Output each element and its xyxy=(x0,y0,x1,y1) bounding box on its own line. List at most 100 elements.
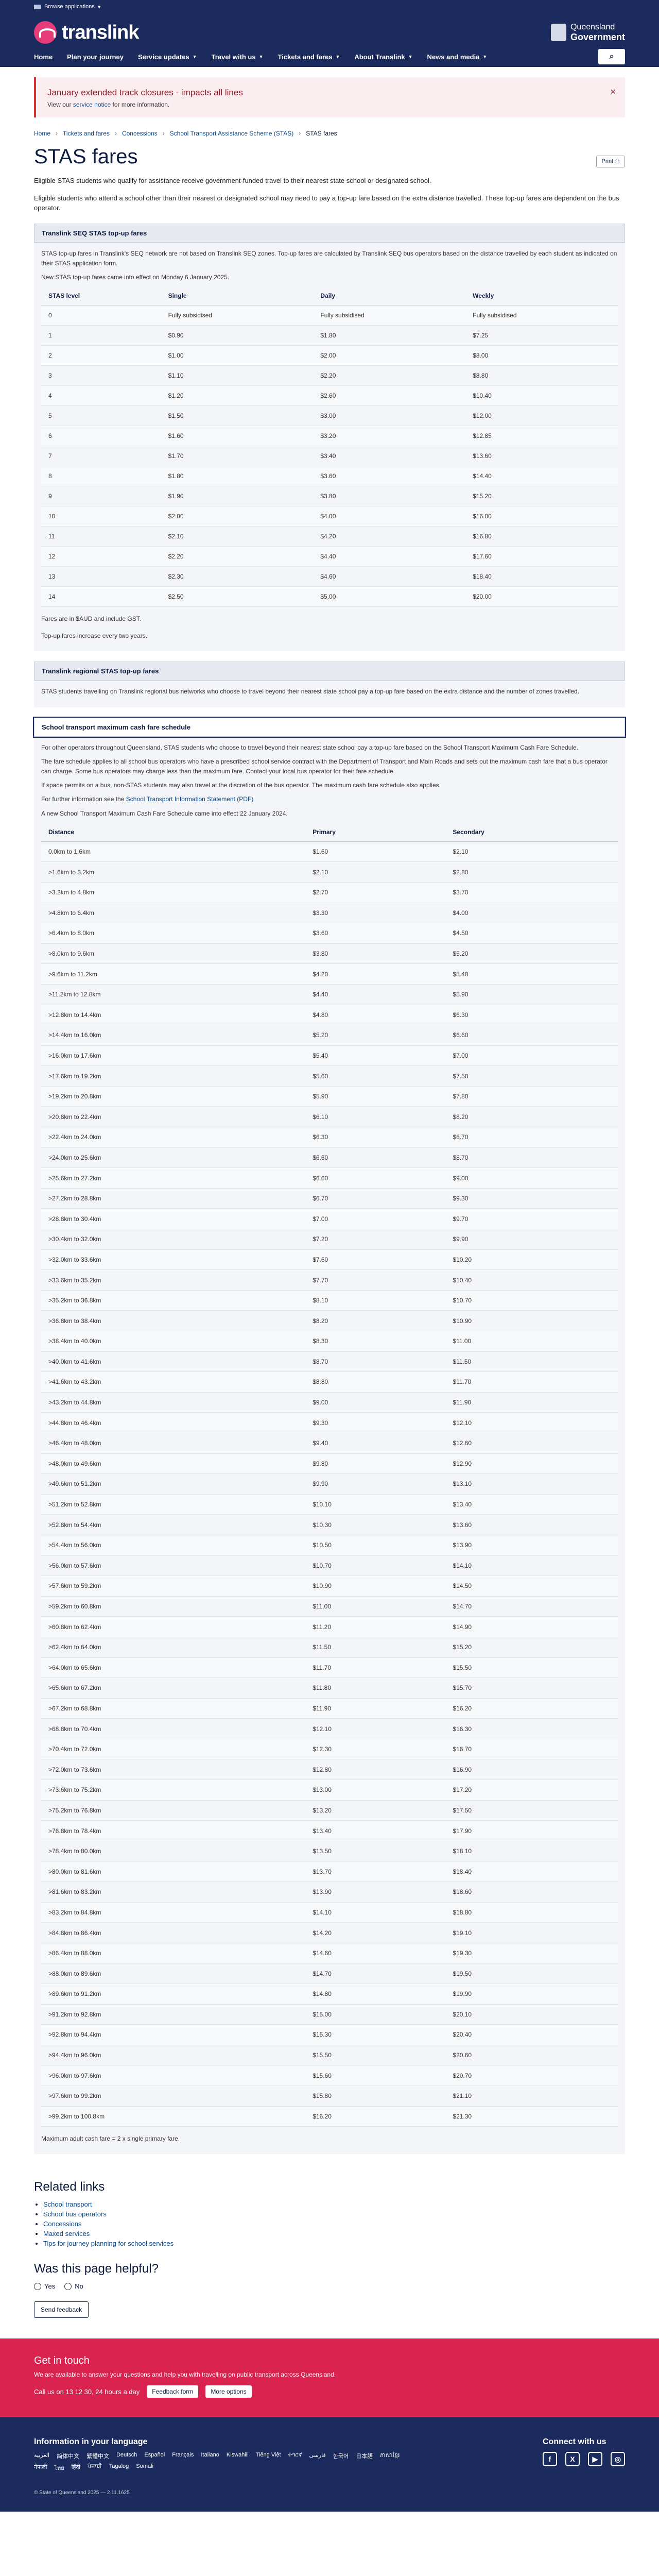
related-link[interactable]: School bus operators xyxy=(43,2210,107,2218)
language-list: العربية 简体中文 繁體中文 Deutsch Español Français Ita… xyxy=(34,2452,405,2472)
alert-link[interactable]: service notice xyxy=(73,101,111,108)
related-link[interactable]: Maxed services xyxy=(43,2230,90,2238)
language-link[interactable]: 繁體中文 xyxy=(86,2452,109,2460)
table-cell: $14.70 xyxy=(305,1963,446,1984)
no-option[interactable]: No xyxy=(64,2282,83,2290)
table-cell: $13.60 xyxy=(445,1514,618,1535)
close-icon[interactable]: × xyxy=(610,87,616,97)
language-link[interactable]: 日本語 xyxy=(356,2452,373,2460)
language-link[interactable]: ไทย xyxy=(55,2463,64,2472)
school-fare-paragraph: A new School Transport Maximum Cash Fare… xyxy=(41,809,288,817)
radio-no[interactable] xyxy=(64,2282,72,2290)
table-cell: $0.90 xyxy=(161,325,314,346)
language-link[interactable]: Kiswahili xyxy=(227,2452,249,2460)
nav-home[interactable]: Home xyxy=(34,53,60,61)
table-cell: 1 xyxy=(41,325,161,346)
nav-about[interactable]: About Translink ▼ xyxy=(347,53,420,61)
youtube-icon[interactable]: ▶ xyxy=(588,2452,602,2467)
nav-travel-with-us[interactable]: Travel with us ▼ xyxy=(204,53,271,61)
language-link[interactable]: فارسی xyxy=(309,2452,325,2460)
language-link[interactable]: 简体中文 xyxy=(57,2452,79,2460)
language-link[interactable]: Tiếng Việt xyxy=(256,2452,281,2460)
intro: Eligible STAS students who qualify for a… xyxy=(34,176,625,213)
language-link[interactable]: Français xyxy=(172,2452,194,2460)
nav-tickets-fares[interactable]: Tickets and fares ▼ xyxy=(270,53,347,61)
table-row: >12.8km to 14.4km $4.80 $6.30 xyxy=(41,1005,618,1026)
gov-bar[interactable]: Browse applications ▾ xyxy=(0,0,659,13)
table-row: >16.0km to 17.6km $5.40 $7.00 xyxy=(41,1045,618,1066)
table-cell: 0 xyxy=(41,305,161,326)
table-row: >83.2km to 84.8km $14.10 $18.80 xyxy=(41,1902,618,1923)
language-link[interactable]: हिंदी xyxy=(72,2463,80,2472)
table-cell: $16.30 xyxy=(445,1718,618,1739)
table-cell: $9.90 xyxy=(445,1229,618,1250)
info-statement-link[interactable]: School Transport Information Statement (… xyxy=(126,795,253,803)
print-button[interactable]: Print ⎙ xyxy=(596,156,625,167)
translink-logo-icon xyxy=(34,21,57,44)
nav-news-label: News and media xyxy=(427,53,480,61)
breadcrumb-concessions[interactable]: Concessions xyxy=(122,130,158,137)
table-cell: >4.8km to 6.4km xyxy=(41,903,306,924)
language-link[interactable]: ភាសាខ្មែរ xyxy=(380,2452,400,2460)
language-link[interactable]: ਪੰਜਾਬੀ xyxy=(88,2463,102,2472)
more-options-button[interactable]: More options xyxy=(205,2385,252,2398)
table-cell: $2.20 xyxy=(313,365,466,386)
language-link[interactable]: Somali xyxy=(136,2463,153,2472)
related-link[interactable]: Concessions xyxy=(43,2220,81,2228)
language-link[interactable]: Español xyxy=(144,2452,165,2460)
table-cell: $8.70 xyxy=(445,1127,618,1148)
table-cell: $11.20 xyxy=(305,1616,446,1637)
table-cell: $4.60 xyxy=(313,566,466,587)
search-button[interactable]: ⌕ xyxy=(598,49,625,64)
table-cell: $3.20 xyxy=(313,426,466,447)
regional-accordion-header[interactable]: Translink regional STAS top-up fares xyxy=(34,662,625,681)
table-cell: >27.2km to 28.8km xyxy=(41,1188,306,1209)
language-link[interactable]: Italiano xyxy=(201,2452,219,2460)
nav-service-updates[interactable]: Service updates ▼ xyxy=(131,53,204,61)
call-us[interactable]: Call us on 13 12 30, 24 hours a day xyxy=(34,2388,140,2396)
footer: Information in your language العربية 简体中文… xyxy=(0,2417,659,2512)
table-cell: >60.8km to 62.4km xyxy=(41,1616,306,1637)
nav-plan-journey[interactable]: Plan your journey xyxy=(60,53,131,61)
table-cell: $1.70 xyxy=(161,446,314,467)
nav-news[interactable]: News and media ▼ xyxy=(420,53,495,61)
table-cell: $18.40 xyxy=(445,1861,618,1883)
table-cell: $9.40 xyxy=(305,1433,446,1454)
table-row: >22.4km to 24.0km $6.30 $8.70 xyxy=(41,1127,618,1148)
table-cell: >9.6km to 11.2km xyxy=(41,963,306,985)
language-link[interactable]: Deutsch xyxy=(116,2452,137,2460)
radio-yes[interactable] xyxy=(34,2282,41,2290)
breadcrumb-home[interactable]: Home xyxy=(34,130,50,137)
related-link[interactable]: School transport xyxy=(43,2200,92,2208)
table-cell: >33.6km to 35.2km xyxy=(41,1269,306,1291)
qld-gov-logo[interactable]: Queensland Government xyxy=(550,23,625,43)
breadcrumb-stas[interactable]: School Transport Assistance Scheme (STAS… xyxy=(170,130,294,137)
table-cell: >64.0km to 65.6km xyxy=(41,1657,306,1679)
table-cell: 14 xyxy=(41,586,161,607)
seq-paragraph: STAS top-up fares in Translink's SEQ net… xyxy=(41,249,617,267)
table-row: >75.2km to 76.8km $13.20 $17.50 xyxy=(41,1800,618,1821)
table-cell: $1.10 xyxy=(161,365,314,386)
language-link[interactable]: Tagalog xyxy=(109,2463,129,2472)
breadcrumb-tickets[interactable]: Tickets and fares xyxy=(63,130,110,137)
table-cell: $10.90 xyxy=(445,1310,618,1331)
translink-logo[interactable]: translink xyxy=(34,21,139,44)
table-cell: $13.60 xyxy=(465,446,618,467)
language-link[interactable]: ትግርኛ xyxy=(288,2452,302,2460)
chevron-down-icon: ▼ xyxy=(482,54,488,59)
language-link[interactable]: नेपाली xyxy=(34,2463,47,2472)
table-cell: $4.20 xyxy=(313,526,466,547)
table-row: >88.0km to 89.6km $14.70 $19.50 xyxy=(41,1963,618,1984)
related-link[interactable]: Tips for journey planning for school ser… xyxy=(43,2240,174,2247)
language-link[interactable]: 한국어 xyxy=(333,2452,349,2460)
seq-accordion-header[interactable]: Translink SEQ STAS top-up fares xyxy=(34,223,625,243)
school-fare-accordion-header[interactable]: School transport maximum cash fare sched… xyxy=(33,716,626,738)
x-icon[interactable]: X xyxy=(565,2452,580,2467)
table-cell: $5.90 xyxy=(305,1086,446,1107)
feedback-form-button[interactable]: Feedback form xyxy=(147,2385,199,2398)
facebook-icon[interactable]: f xyxy=(543,2452,557,2467)
language-link[interactable]: العربية xyxy=(34,2452,49,2460)
instagram-icon[interactable]: ◎ xyxy=(611,2452,625,2467)
send-feedback-button[interactable]: Send feedback xyxy=(34,2301,89,2318)
yes-option[interactable]: Yes xyxy=(34,2282,55,2290)
